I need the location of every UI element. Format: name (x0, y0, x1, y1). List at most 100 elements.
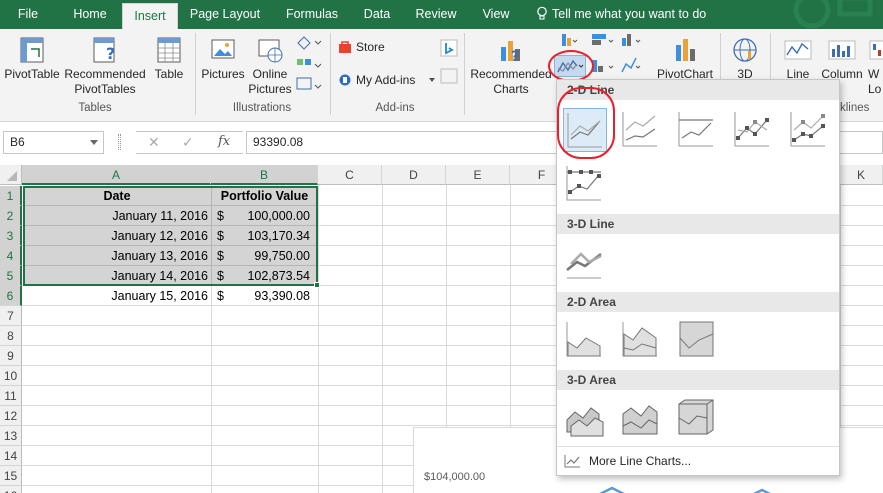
my-addins-icon (339, 74, 351, 86)
my-addins-button[interactable]: My Add-ins (338, 73, 435, 87)
store-label: Store (356, 40, 385, 54)
sparkline-line-button[interactable]: Line (776, 35, 820, 82)
row-header-10[interactable]: 10 (0, 366, 22, 386)
online-pictures-label-1: Online (252, 67, 288, 81)
recommended-charts-icon: ? (501, 41, 520, 65)
value-cell[interactable]: 100,000.00 (230, 206, 310, 226)
100-stacked-area-chart-option[interactable] (675, 318, 719, 362)
recommended-charts-button[interactable]: ? Recommended Charts (470, 35, 552, 97)
tab-formulas[interactable]: Formulas (278, 0, 346, 29)
select-all-corner[interactable] (0, 165, 22, 185)
3d-stacked-area-thumbnail-icon (622, 405, 658, 435)
ribbon-tab-bar: File Home Insert Page Layout Formulas Da… (0, 0, 883, 29)
currency-cell: $ (217, 269, 224, 283)
tab-page-layout[interactable]: Page Layout (184, 0, 266, 29)
tab-review[interactable]: Review (408, 0, 464, 29)
percent-stacked-line-thumbnail-icon (678, 112, 713, 147)
sparkline-winloss-icon (869, 40, 883, 60)
insert-function-icon[interactable]: fx (218, 134, 230, 149)
tab-home[interactable]: Home (64, 0, 116, 29)
tab-insert[interactable]: Insert (122, 3, 178, 29)
drag-handle-icon[interactable] (118, 134, 121, 150)
header-cell-portfolio-value[interactable]: Portfolio Value (212, 186, 317, 206)
date-cell[interactable]: January 13, 2016 (24, 246, 208, 266)
3d-line-chart-option[interactable] (563, 240, 607, 284)
sparkline-column-button[interactable]: Column (818, 35, 866, 82)
row-header-3[interactable]: 3 (0, 226, 22, 246)
pivottable-button[interactable]: PivotTable (2, 35, 62, 82)
shapes-smartart-screenshot-icons[interactable] (294, 33, 324, 95)
pictures-label: Pictures (201, 67, 245, 81)
pictures-button[interactable]: Pictures (200, 35, 246, 82)
tab-view[interactable]: View (474, 0, 518, 29)
row-header-1[interactable]: 1 (0, 186, 22, 206)
pivotchart-button[interactable]: PivotChart (654, 35, 716, 82)
globe-icon (733, 38, 757, 62)
value-cell[interactable]: 99,750.00 (230, 246, 310, 266)
sparkline-winloss-button[interactable]: W Lo (868, 35, 883, 97)
sparkline-line-icon (784, 40, 812, 60)
3d-map-button[interactable]: 3D (726, 35, 764, 82)
stacked-area-chart-option[interactable] (619, 318, 663, 362)
row-header-5[interactable]: 5 (0, 266, 22, 286)
row-header-13[interactable]: 13 (0, 426, 22, 446)
sparkline-winloss-label-2: Lo (868, 82, 882, 96)
column-header-b[interactable]: B (211, 165, 318, 185)
bing-maps-people-icons[interactable] (440, 39, 458, 85)
row-header-15[interactable]: 15 (0, 466, 22, 486)
column-header-k[interactable]: K (840, 165, 883, 185)
recommended-pivottables-icon: ? (93, 37, 115, 63)
line-with-markers-option[interactable] (731, 108, 775, 152)
chevron-down-icon[interactable] (90, 140, 98, 145)
row-header-9[interactable]: 9 (0, 346, 22, 366)
cancel-icon[interactable]: ✕ (148, 134, 160, 151)
column-header-d[interactable]: D (382, 165, 446, 185)
tell-me-box[interactable]: Tell me what you want to do (536, 0, 706, 29)
currency-cell: $ (217, 289, 224, 303)
column-header-c[interactable]: C (318, 165, 382, 185)
row-header-8[interactable]: 8 (0, 326, 22, 346)
3d-100-stacked-area-chart-option[interactable] (675, 396, 719, 440)
column-header-e[interactable]: E (446, 165, 510, 185)
area-chart-option[interactable] (563, 318, 607, 362)
recommended-pivottables-button[interactable]: ? Recommended PivotTables (64, 35, 146, 97)
tab-data[interactable]: Data (356, 0, 398, 29)
value-cell[interactable]: 102,873.54 (230, 266, 310, 286)
row-header-6[interactable]: 6 (0, 286, 22, 306)
stacked-line-chart-option[interactable] (619, 108, 663, 152)
row-header-4[interactable]: 4 (0, 246, 22, 266)
row-header-7[interactable]: 7 (0, 306, 22, 326)
row-header-11[interactable]: 11 (0, 386, 22, 406)
date-cell[interactable]: January 15, 2016 (24, 286, 208, 306)
store-button[interactable]: Store (338, 40, 385, 54)
100-stacked-line-chart-option[interactable] (675, 108, 719, 152)
enter-icon[interactable]: ✓ (182, 134, 194, 151)
more-line-charts-link[interactable]: More Line Charts... (563, 451, 691, 471)
fill-handle[interactable] (314, 282, 320, 288)
3d-area-chart-option[interactable] (563, 396, 607, 440)
row-header-16[interactable]: 16 (0, 486, 22, 493)
group-label-tables: Tables (78, 102, 112, 114)
date-cell[interactable]: January 14, 2016 (24, 266, 208, 286)
value-cell[interactable]: 103,170.34 (230, 226, 310, 246)
ribbon-separator (464, 33, 465, 115)
tab-file[interactable]: File (8, 0, 48, 29)
3d-stacked-area-chart-option[interactable] (619, 396, 663, 440)
date-cell[interactable]: January 11, 2016 (24, 206, 208, 226)
column-header-a[interactable]: A (22, 165, 211, 185)
more-charts-icon (564, 455, 580, 468)
row-header-14[interactable]: 14 (0, 446, 22, 466)
online-pictures-button[interactable]: Online Pictures (248, 35, 292, 97)
stacked-line-with-markers-option[interactable] (787, 108, 831, 152)
header-cell-date[interactable]: Date (24, 186, 210, 206)
100-stacked-line-with-markers-option[interactable] (563, 162, 607, 206)
date-cell[interactable]: January 12, 2016 (24, 226, 208, 246)
sparkline-winloss-label: W (868, 67, 880, 81)
row-header-12[interactable]: 12 (0, 406, 22, 426)
row-header-2[interactable]: 2 (0, 206, 22, 226)
value-cell[interactable]: 93,390.08 (230, 286, 310, 306)
name-box[interactable]: B6 (3, 131, 104, 154)
3d-area-thumbnail-icon (566, 407, 604, 437)
group-label-illustrations: Illustrations (232, 102, 292, 114)
table-button[interactable]: Table (150, 35, 188, 82)
